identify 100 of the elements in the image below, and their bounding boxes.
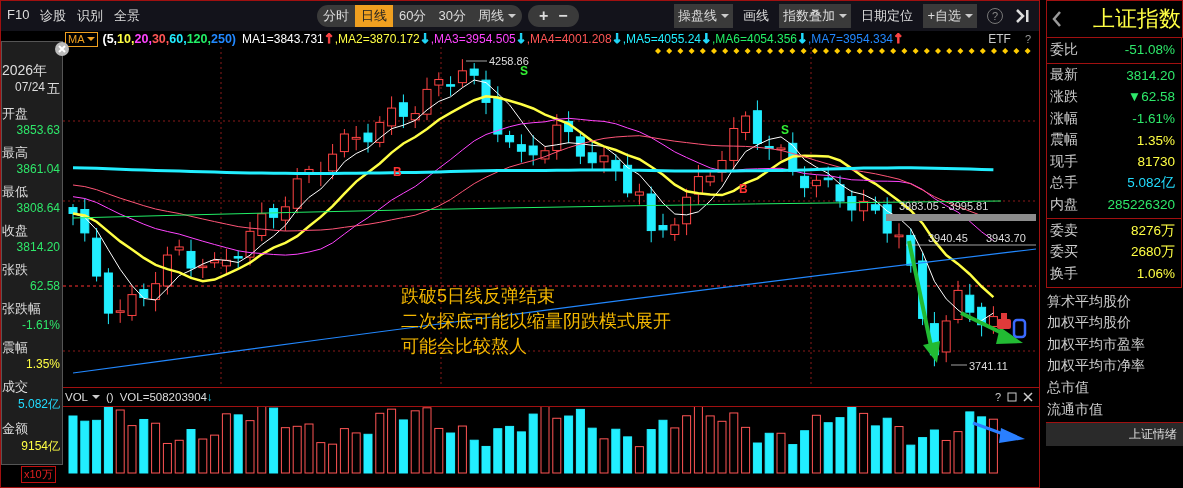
candlestick bbox=[92, 227, 102, 282]
ma-value: ,MA5=4055.24 bbox=[622, 32, 702, 46]
quote-value: 2680万 bbox=[1130, 243, 1175, 262]
period-tab[interactable]: 60分 bbox=[393, 5, 433, 27]
info-label: 张跌幅 bbox=[2, 300, 42, 318]
trend-arrow-icon: ↓ bbox=[419, 32, 431, 46]
etf-label[interactable]: ETF bbox=[988, 32, 1011, 46]
toolbar-link[interactable]: 画线 bbox=[743, 7, 770, 25]
period-tab[interactable]: 日线 bbox=[355, 5, 393, 27]
toolbar-link[interactable]: 全景 bbox=[114, 7, 141, 25]
info-label: 收盘 bbox=[2, 222, 29, 240]
info-value: 62.58 bbox=[28, 279, 61, 293]
candlestick bbox=[941, 314, 951, 363]
candlestick bbox=[162, 246, 172, 296]
collapse-icon[interactable] bbox=[1013, 8, 1031, 24]
quote-value: 285226320 bbox=[1107, 197, 1175, 213]
trend-arrow bbox=[972, 421, 1025, 443]
indicator-dropdown[interactable]: MA bbox=[65, 31, 98, 47]
info-value: 9154亿 bbox=[20, 438, 61, 455]
ma-parameter: 60, bbox=[169, 32, 187, 46]
trend-arrow-icon: ↓ bbox=[701, 32, 712, 46]
high-price-label: 4258.86 bbox=[489, 55, 529, 67]
unit-label: x10万 bbox=[21, 466, 56, 483]
candlestick bbox=[953, 280, 963, 324]
candlestick bbox=[965, 283, 975, 323]
candlestick bbox=[363, 123, 373, 154]
candlestick bbox=[988, 305, 998, 335]
quote-label: 现手 bbox=[1050, 152, 1078, 171]
indicator-dropdown[interactable]: VOL bbox=[65, 391, 100, 403]
info-label: 最高 bbox=[2, 144, 29, 162]
annotation-text: 跌破5日线反弹结束 bbox=[401, 285, 556, 308]
candlestick bbox=[446, 75, 456, 97]
annotation-text: 可能会比较熬人 bbox=[401, 335, 528, 358]
candlestick bbox=[269, 203, 279, 229]
candlestick bbox=[328, 143, 338, 180]
candlestick bbox=[103, 267, 113, 325]
ma-value: ,MA4=4001.208 bbox=[526, 32, 612, 46]
zoom-button[interactable]: − bbox=[553, 5, 573, 27]
toolbar-link[interactable]: F10 bbox=[7, 7, 30, 25]
candlestick bbox=[233, 250, 243, 270]
candlestick bbox=[469, 62, 479, 85]
candlestick bbox=[139, 283, 149, 307]
quote-label: 震幅 bbox=[1050, 131, 1078, 150]
candlestick bbox=[457, 58, 467, 88]
weekday-text: 五 bbox=[47, 80, 60, 98]
candlestick bbox=[198, 258, 208, 279]
candlestick bbox=[339, 128, 349, 158]
ma-parameter: 10, bbox=[117, 32, 135, 46]
trend-arrow-icon: ↑ bbox=[893, 32, 904, 46]
period-tab[interactable]: 周线 bbox=[471, 5, 522, 27]
sentiment-button[interactable]: 上证情绪 bbox=[1046, 422, 1183, 447]
dropdown-button[interactable]: +自选 bbox=[923, 4, 977, 28]
quote-value: ▼62.58 bbox=[1127, 89, 1175, 105]
toolbar-link[interactable]: 日期定位 bbox=[861, 7, 914, 25]
candlestick bbox=[646, 186, 656, 243]
ma-value: MA1=3843.731 bbox=[242, 32, 324, 46]
date-year: 2026年 bbox=[2, 62, 49, 80]
dropdown-button[interactable]: 指数叠加 bbox=[779, 4, 852, 28]
statistic-link[interactable]: 流通市值 bbox=[1047, 398, 1183, 421]
quote-label: 委买 bbox=[1050, 243, 1078, 262]
statistic-link[interactable]: 加权平均股价 bbox=[1047, 312, 1183, 334]
low-price-label: 3741.11 bbox=[969, 360, 1008, 372]
close-icon[interactable] bbox=[1023, 392, 1033, 402]
candlestick bbox=[658, 213, 668, 239]
quote-label: 涨跌 bbox=[1050, 88, 1078, 106]
date-text: 07/24 bbox=[14, 80, 45, 96]
quote-value: 81730 bbox=[1137, 154, 1175, 170]
toolbar-link[interactable]: 诊股 bbox=[40, 7, 67, 25]
candlestick bbox=[599, 146, 609, 174]
statistic-link[interactable]: 加权平均市净率 bbox=[1047, 355, 1183, 377]
candlestick bbox=[611, 153, 621, 182]
candlestick bbox=[245, 221, 255, 267]
quote-value: -1.61% bbox=[1132, 111, 1175, 127]
candlestick bbox=[410, 105, 420, 129]
close-icon[interactable] bbox=[55, 42, 69, 56]
dropdown-button[interactable]: 操盘线 bbox=[674, 4, 734, 28]
info-label: 开盘 bbox=[2, 105, 29, 123]
candlestick bbox=[292, 167, 302, 214]
zoom-button[interactable]: + bbox=[533, 5, 554, 27]
period-tab[interactable]: 30分 bbox=[432, 5, 472, 27]
maximize-icon[interactable] bbox=[1007, 392, 1017, 402]
candlestick bbox=[127, 284, 137, 322]
ma-parameter: 20, bbox=[134, 32, 152, 46]
info-value: 3808.64 bbox=[15, 201, 61, 215]
candlestick bbox=[670, 217, 680, 242]
statistic-link[interactable]: 总市值 bbox=[1047, 376, 1183, 399]
candlestick bbox=[800, 165, 810, 198]
candlestick bbox=[304, 165, 314, 184]
statistic-link[interactable]: 算术平均股价 bbox=[1047, 290, 1183, 313]
quote-label: 换手 bbox=[1050, 264, 1078, 283]
help-button[interactable]: ? bbox=[994, 391, 1001, 403]
quote-label: 内盘 bbox=[1050, 195, 1078, 214]
help-button[interactable]: ? bbox=[1024, 33, 1031, 45]
period-tab[interactable]: 分时 bbox=[317, 5, 355, 27]
toolbar-link[interactable]: 识别 bbox=[77, 7, 104, 25]
candlestick bbox=[174, 239, 184, 256]
candlestick bbox=[351, 125, 361, 151]
statistic-link[interactable]: 加权平均市盈率 bbox=[1047, 333, 1183, 356]
back-icon[interactable] bbox=[1051, 10, 1063, 28]
candlestick bbox=[68, 203, 78, 226]
